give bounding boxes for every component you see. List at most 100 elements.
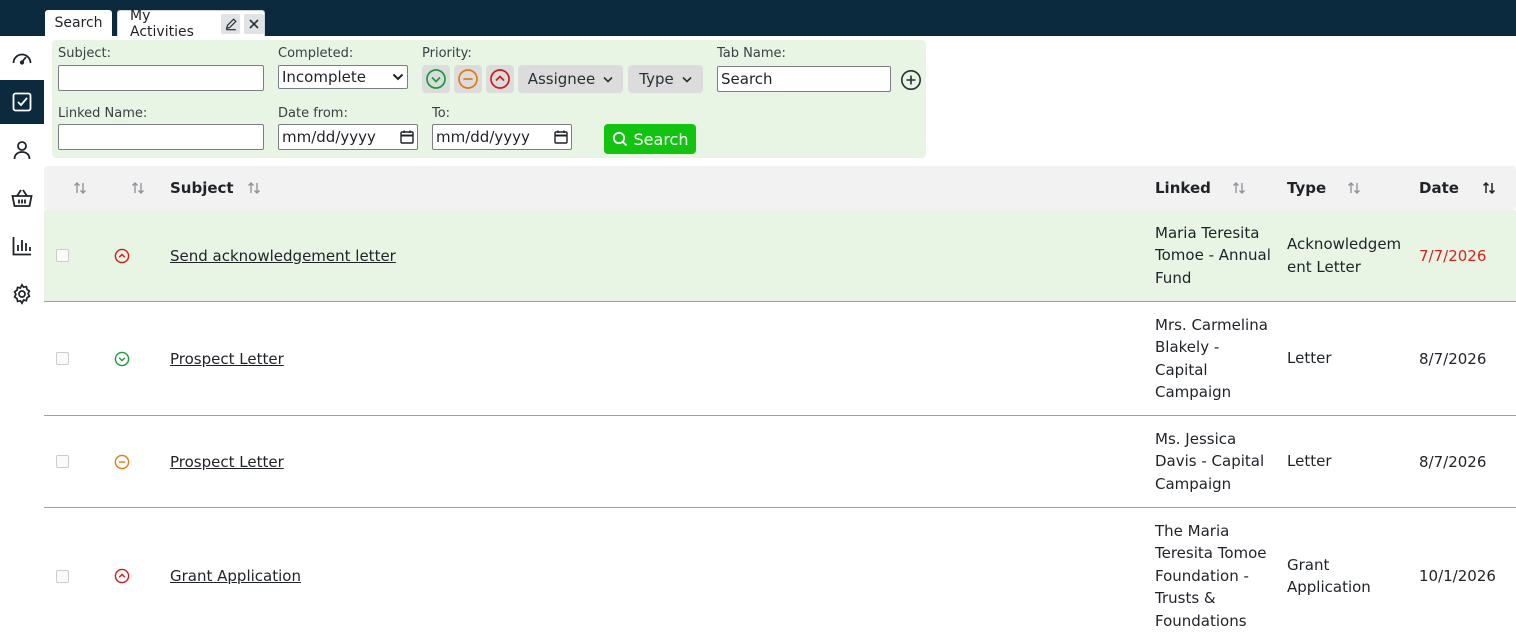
completed-label: Completed:: [278, 46, 354, 61]
filter-panel: Subject: Completed: Incomplete Priority:…: [52, 40, 926, 158]
table-row[interactable]: Prospect Letter Mrs. Carmelina Blakely -…: [44, 302, 1516, 416]
priority-low-icon: [426, 69, 446, 89]
sidebar-item-dashboard[interactable]: [0, 36, 44, 80]
row-checkbox[interactable]: [56, 302, 69, 415]
table-header: Subject Linked Type Date: [44, 166, 1516, 210]
date-to-label: To:: [432, 106, 451, 121]
row-type: Acknowledgement Letter: [1287, 235, 1402, 276]
priority-medium-button[interactable]: [454, 65, 482, 93]
date-to-placeholder: mm/dd/yyyy: [436, 128, 530, 146]
type-column-header[interactable]: Type: [1287, 166, 1362, 210]
linked-name-input[interactable]: [58, 124, 264, 150]
date-to-input[interactable]: mm/dd/yyyy: [432, 124, 572, 150]
row-subject[interactable]: Send acknowledgement letter: [170, 210, 396, 301]
subject-link[interactable]: Prospect Letter: [170, 350, 284, 368]
sort-icon: [132, 182, 144, 194]
tab-name-input[interactable]: Search: [717, 66, 891, 92]
row-priority: [114, 210, 130, 301]
subject-link[interactable]: Prospect Letter: [170, 453, 284, 471]
table-row[interactable]: Send acknowledgement letter Maria Teresi…: [44, 210, 1516, 302]
checklist-icon: [12, 92, 32, 112]
checkbox[interactable]: [56, 352, 69, 365]
sidebar-item-contacts[interactable]: [0, 128, 44, 172]
date-from-input[interactable]: mm/dd/yyyy: [278, 124, 418, 150]
calendar-icon: [400, 130, 414, 144]
row-type: Letter: [1287, 452, 1332, 471]
table-row[interactable]: Grant Application The Maria Teresita Tom…: [44, 508, 1516, 644]
type-header-label: Type: [1287, 179, 1327, 197]
chevron-down-icon: [603, 76, 613, 83]
checkbox[interactable]: [56, 249, 69, 262]
subject-header-label: Subject: [170, 179, 234, 197]
sort-icon: [1232, 182, 1245, 194]
tab-search-label: Search: [54, 15, 103, 31]
linked-column-header[interactable]: Linked: [1155, 166, 1247, 210]
sidebar-item-reports[interactable]: [0, 224, 44, 268]
subject-link[interactable]: Send acknowledgement letter: [170, 247, 396, 265]
row-subject[interactable]: Grant Application: [170, 508, 301, 644]
row-linked[interactable]: Ms. Jessica Davis - Capital Campaign: [1155, 416, 1275, 507]
top-bar: Search My Activities: [0, 0, 1516, 40]
checkbox[interactable]: [56, 455, 69, 468]
priority-low-button[interactable]: [422, 65, 450, 93]
linked-header-label: Linked: [1155, 179, 1211, 197]
row-subject[interactable]: Prospect Letter: [170, 416, 284, 507]
priority-high-button[interactable]: [486, 65, 514, 93]
sort-active-icon: [1482, 181, 1495, 195]
date-from-placeholder: mm/dd/yyyy: [282, 128, 376, 146]
search-button-label: Search: [633, 129, 689, 149]
checkbox[interactable]: [56, 569, 69, 583]
plus-circle-icon: [901, 70, 921, 90]
select-sort-button[interactable]: [72, 166, 88, 210]
close-tab-button[interactable]: [244, 13, 264, 34]
row-type: Grant Application: [1287, 555, 1371, 597]
sidebar-item-orders[interactable]: [0, 176, 44, 220]
sort-icon: [74, 182, 86, 194]
row-linked[interactable]: Mrs. Carmelina Blakely - Capital Campaig…: [1155, 302, 1275, 415]
row-checkbox[interactable]: [56, 210, 69, 301]
priority-high-icon: [490, 69, 510, 89]
sidebar-item-settings[interactable]: [0, 272, 44, 316]
edit-tab-button[interactable]: [220, 13, 241, 34]
table-row[interactable]: Prospect Letter Ms. Jessica Davis - Capi…: [44, 416, 1516, 508]
row-subject[interactable]: Prospect Letter: [170, 302, 284, 415]
priority-medium-icon: [114, 454, 130, 469]
chevron-down-icon: [392, 73, 404, 81]
tab-my-activities[interactable]: My Activities: [117, 8, 265, 40]
date-from-label: Date from:: [278, 106, 348, 121]
completed-select[interactable]: Incomplete: [278, 65, 408, 89]
row-date: 7/7/2026: [1419, 246, 1487, 265]
priority-medium-icon: [458, 69, 478, 89]
add-tab-button[interactable]: [900, 69, 922, 91]
row-checkbox[interactable]: [56, 416, 69, 507]
search-icon: [612, 131, 627, 147]
subject-column-header[interactable]: Subject: [170, 166, 262, 210]
subject-label: Subject:: [58, 46, 111, 61]
row-type: Letter: [1287, 349, 1332, 368]
date-column-header[interactable]: Date: [1419, 166, 1497, 210]
row-checkbox[interactable]: [56, 508, 69, 644]
subject-input[interactable]: [58, 65, 264, 91]
close-icon: [249, 18, 259, 29]
activities-table: Subject Linked Type Date Send acknowledg…: [44, 166, 1516, 644]
gear-icon: [13, 283, 31, 305]
row-priority: [114, 302, 130, 415]
pencil-icon: [225, 17, 237, 30]
assignee-label: Assignee: [527, 70, 596, 88]
completed-value: Incomplete: [282, 68, 366, 86]
row-date: 8/7/2026: [1419, 452, 1487, 471]
assignee-dropdown[interactable]: Assignee: [518, 65, 623, 93]
sidebar-item-activities[interactable]: [0, 80, 44, 124]
linked-name-label: Linked Name:: [58, 106, 148, 121]
sidebar: [0, 36, 44, 637]
subject-link[interactable]: Grant Application: [170, 567, 301, 585]
type-dropdown[interactable]: Type: [628, 65, 703, 93]
row-priority: [114, 508, 130, 644]
priority-sort-button[interactable]: [130, 166, 146, 210]
search-button[interactable]: Search: [604, 124, 696, 154]
row-linked[interactable]: Maria Teresita Tomoe - Annual Fund: [1155, 210, 1275, 301]
row-linked[interactable]: The Maria Teresita Tomoe Foundation - Tr…: [1155, 508, 1275, 644]
row-date: 10/1/2026: [1419, 567, 1496, 585]
priority-low-icon: [114, 351, 130, 366]
tab-search[interactable]: Search: [45, 10, 112, 36]
